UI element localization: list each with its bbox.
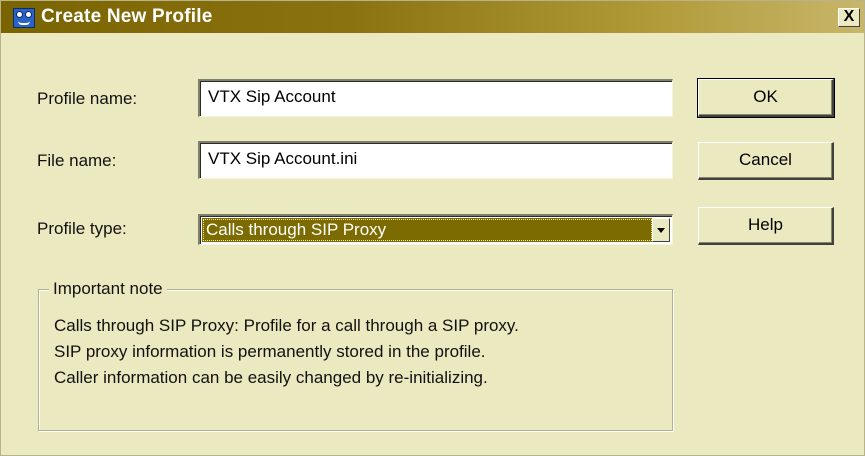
note-line-1: Calls through SIP Proxy: Profile for a c… xyxy=(54,316,519,335)
create-new-profile-dialog: Create New Profile X Profile name: VTX S… xyxy=(0,0,865,456)
app-icon-mouth xyxy=(18,21,30,25)
app-icon-eye-right xyxy=(25,11,32,18)
app-icon xyxy=(13,8,35,28)
profile-type-label: Profile type: xyxy=(37,219,127,238)
dropdown-triangle xyxy=(657,228,665,233)
note-line-2: SIP proxy information is permanently sto… xyxy=(54,342,486,361)
profile-type-select[interactable]: Calls through SIP Proxy xyxy=(198,214,673,245)
profile-type-selected-value[interactable]: Calls through SIP Proxy xyxy=(202,218,653,242)
file-name-input[interactable]: VTX Sip Account.ini xyxy=(198,141,673,179)
file-name-label: File name: xyxy=(37,151,117,170)
title-bar[interactable]: Create New Profile X xyxy=(1,1,864,33)
close-icon[interactable]: X xyxy=(838,8,860,27)
ok-button[interactable]: OK xyxy=(697,78,835,118)
profile-name-label: Profile name: xyxy=(37,89,138,108)
cancel-button[interactable]: Cancel xyxy=(698,142,834,180)
important-note-title: Important note xyxy=(49,279,167,299)
app-icon-eye-left xyxy=(16,11,23,18)
profile-name-input[interactable]: VTX Sip Account xyxy=(198,79,673,117)
window-title: Create New Profile xyxy=(41,6,213,27)
help-button-label: Help xyxy=(748,215,783,234)
note-line-3: Caller information can be easily changed… xyxy=(54,368,488,387)
help-button[interactable]: Help xyxy=(698,207,834,245)
dropdown-arrow-icon[interactable] xyxy=(652,218,670,242)
